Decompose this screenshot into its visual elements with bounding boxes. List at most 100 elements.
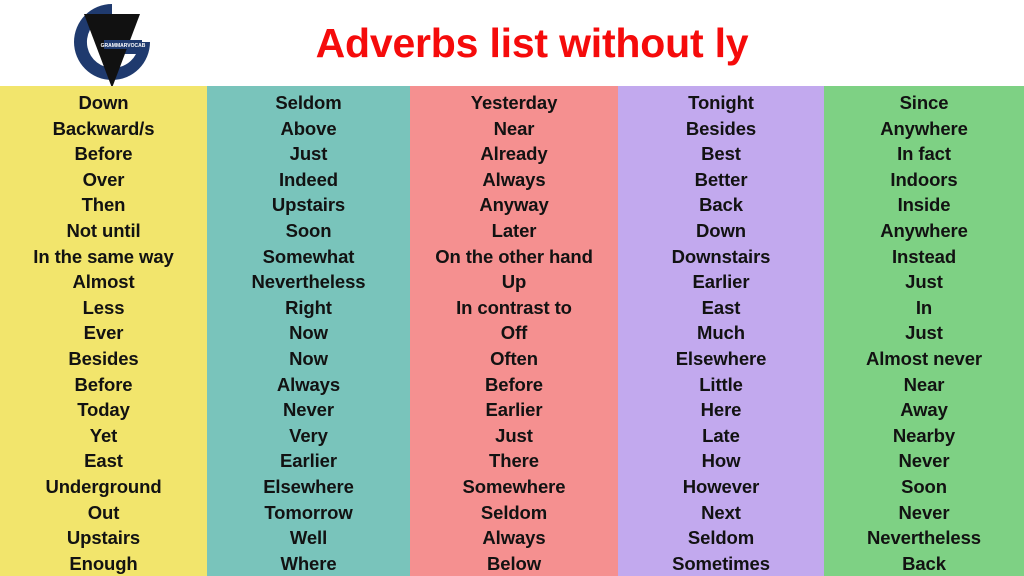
adverb-word: Since [899, 92, 949, 113]
adverb-word: Near [493, 117, 535, 139]
adverb-word: Where [280, 552, 337, 574]
adverb-word: On the other hand [435, 245, 593, 267]
adverb-word: Instead [891, 245, 957, 267]
adverb-word: Well [289, 527, 328, 549]
adverb-word: Off [500, 322, 528, 344]
adverb-word: Already [480, 143, 548, 165]
adverb-word: Just [495, 424, 533, 446]
adverb-word: Here [700, 399, 742, 421]
adverb-word: Never [898, 501, 950, 523]
adverb-word: Just [905, 271, 943, 293]
adverb-word: Little [699, 373, 743, 395]
adverbs-list-poster: GRAMMARVOCAB Adverbs list without ly Dow… [0, 0, 1024, 576]
adverb-word: Now [289, 347, 328, 369]
adverb-word: Never [898, 450, 950, 472]
adverb-word: Later [491, 219, 537, 241]
adverb-word: Ever [83, 322, 124, 344]
adverb-word: Anywhere [880, 117, 968, 139]
adverb-word: Before [74, 373, 133, 395]
adverb-word: Upstairs [271, 194, 346, 216]
adverb-word: Back [902, 552, 946, 574]
adverb-word: East [84, 450, 123, 472]
adverb-word: Over [82, 168, 125, 190]
adverb-columns: Down Backward/s Before Over Then Not unt… [0, 86, 1024, 576]
adverb-word: However [682, 475, 760, 497]
adverb-word: Nevertheless [867, 527, 981, 549]
poster-header: GRAMMARVOCAB Adverbs list without ly [0, 0, 1024, 88]
adverb-word: Always [482, 168, 546, 190]
adverb-word: Then [81, 194, 126, 216]
adverb-word: Never [283, 399, 334, 421]
adverb-word: Always [276, 373, 341, 395]
adverb-word: Besides [685, 117, 757, 139]
adverb-word: Earlier [280, 450, 337, 472]
adverb-word: Now [289, 322, 328, 344]
adverb-word: Above [280, 117, 337, 139]
adverb-column-4: Tonight Besides Best Better Back Down Do… [618, 86, 824, 576]
adverb-word: Much [697, 322, 745, 344]
adverb-word: Just [289, 143, 328, 165]
adverb-word: Away [900, 399, 948, 421]
adverb-word: Near [903, 373, 945, 395]
adverb-word: Enough [69, 552, 138, 574]
page-title: Adverbs list without ly [315, 19, 749, 66]
adverb-word: Always [482, 527, 546, 549]
adverb-word: Seldom [480, 501, 548, 523]
adverb-word: Almost [72, 271, 135, 293]
adverb-word: Elsewhere [263, 475, 354, 497]
adverb-word: How [701, 450, 741, 472]
adverb-word: Before [74, 143, 133, 165]
adverb-column-2: Seldom Above Just Indeed Upstairs Soon S… [207, 86, 410, 576]
adverb-word: In the same way [33, 245, 174, 267]
adverb-word: In contrast to [456, 296, 572, 318]
adverb-word: Soon [901, 475, 947, 497]
adverb-word: Right [285, 296, 332, 318]
adverb-word: Before [485, 373, 543, 395]
adverb-word: Sometimes [672, 552, 770, 574]
adverb-word: Best [701, 143, 741, 165]
adverb-word: Down [78, 92, 129, 113]
adverb-word: Tomorrow [264, 501, 353, 523]
adverb-word: Downstairs [671, 245, 771, 267]
adverb-word: Better [694, 168, 748, 190]
adverb-word: Less [82, 296, 125, 318]
adverb-word: Often [490, 347, 538, 369]
adverb-word: Out [87, 501, 120, 523]
adverb-word: Up [501, 271, 527, 293]
adverb-word: Backward/s [52, 117, 155, 139]
adverb-word: Inside [897, 194, 951, 216]
adverb-word: Besides [68, 347, 139, 369]
adverb-word: Just [905, 322, 943, 344]
adverb-word: Today [77, 399, 130, 421]
adverb-word: Nearby [892, 424, 956, 446]
adverb-word: Down [696, 219, 746, 241]
adverb-word: Below [487, 552, 541, 574]
adverb-word: East [701, 296, 741, 318]
adverb-word: Back [699, 194, 743, 216]
adverb-word: Earlier [485, 399, 543, 421]
adverb-word: Late [702, 424, 740, 446]
adverb-word: Tonight [688, 92, 754, 113]
adverb-word: Seldom [275, 92, 342, 113]
adverb-word: In fact [897, 143, 951, 165]
adverb-word: There [489, 450, 539, 472]
adverb-word: Indoors [890, 168, 958, 190]
adverb-word: Next [701, 501, 741, 523]
adverb-word: Upstairs [66, 527, 141, 549]
adverb-word: Seldom [687, 527, 755, 549]
adverb-column-3: Yesterday Near Already Always Anyway Lat… [410, 86, 618, 576]
adverb-column-5: Since Anywhere In fact Indoors Inside An… [824, 86, 1024, 576]
adverb-word: Somewhere [462, 475, 566, 497]
adverb-word: Almost never [865, 347, 982, 369]
adverb-column-1: Down Backward/s Before Over Then Not unt… [0, 86, 207, 576]
adverb-word: Somewhat [262, 245, 355, 267]
adverb-word: Earlier [692, 271, 750, 293]
adverb-word: Anywhere [880, 219, 968, 241]
adverb-word: Yet [89, 424, 118, 446]
adverb-word: Indeed [278, 168, 339, 190]
adverb-word: Elsewhere [675, 347, 767, 369]
adverb-word: In [915, 296, 933, 318]
adverb-word: Yesterday [470, 92, 558, 113]
adverb-word: Soon [285, 219, 332, 241]
adverb-word: Not until [66, 219, 141, 241]
